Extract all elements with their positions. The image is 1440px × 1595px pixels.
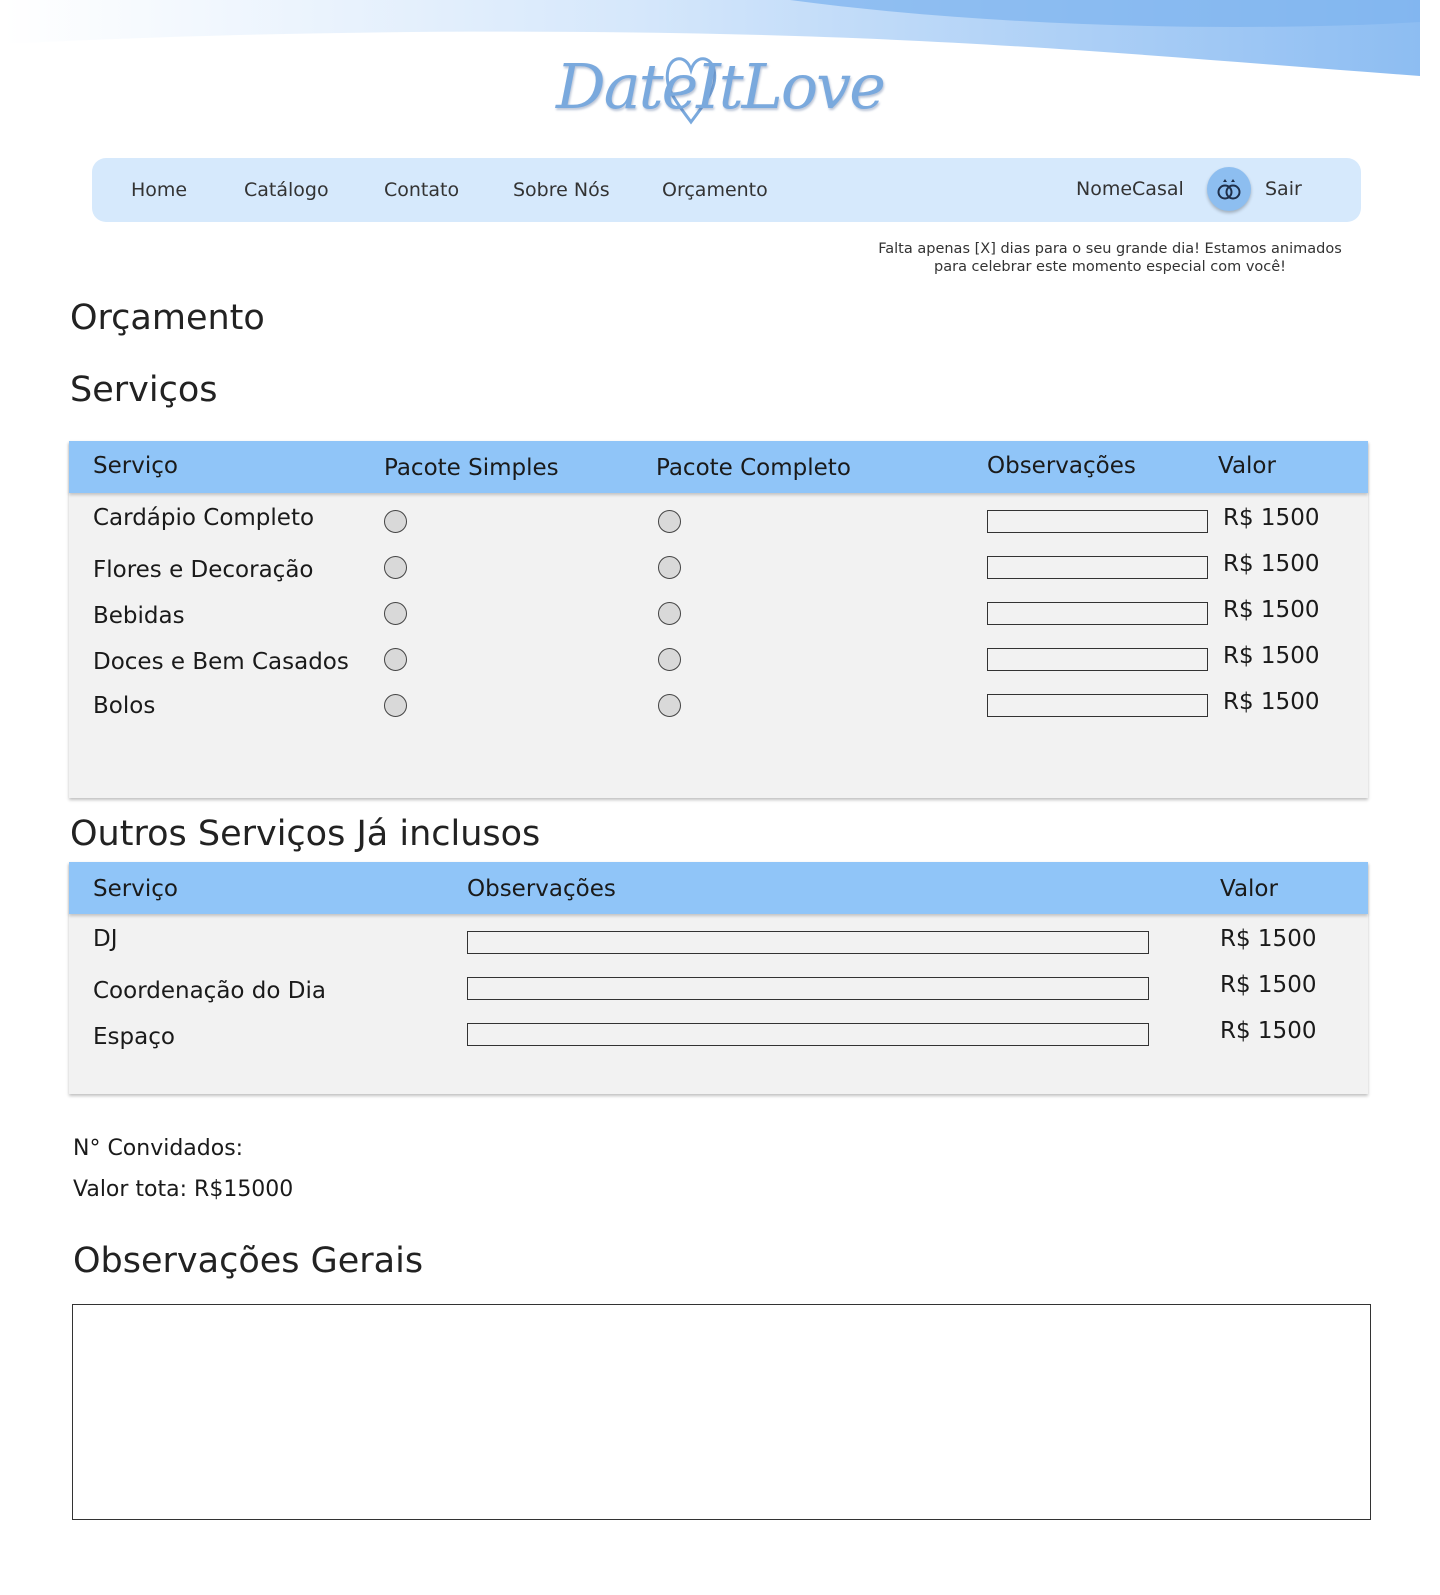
radio-simple[interactable] [384, 648, 407, 671]
services-table-header: Serviço Pacote Simples Pacote Completo O… [69, 441, 1368, 493]
brand-logo[interactable]: DateItLove [556, 42, 886, 142]
nav-contato[interactable]: Contato [384, 179, 459, 201]
service-value: R$ 1500 [1220, 972, 1317, 998]
nav-home[interactable]: Home [131, 179, 187, 201]
user-name[interactable]: NomeCasal [1076, 178, 1184, 200]
radio-complete[interactable] [658, 556, 681, 579]
page-title: Orçamento [70, 298, 265, 338]
guests-count-label: N° Convidados: [73, 1136, 244, 1161]
notes-input[interactable] [467, 977, 1149, 1000]
service-value: R$ 1500 [1223, 689, 1320, 715]
service-name: Flores e Decoração [93, 557, 314, 583]
nav-orcamento[interactable]: Orçamento [662, 179, 768, 201]
radio-complete[interactable] [658, 694, 681, 717]
logo-text: DateItLove [556, 50, 886, 123]
notes-input[interactable] [987, 510, 1208, 533]
countdown-line-1: Falta apenas [X] dias para o seu grande … [878, 241, 1342, 257]
notes-input[interactable] [987, 694, 1208, 717]
service-name: Espaço [93, 1024, 175, 1050]
service-value: R$ 1500 [1223, 551, 1320, 577]
other-services-table: Serviço Observações Valor DJ R$ 1500 Coo… [69, 862, 1368, 1094]
radio-simple[interactable] [384, 556, 407, 579]
radio-complete[interactable] [658, 602, 681, 625]
header-complete-package: Pacote Completo [656, 455, 851, 481]
service-value: R$ 1500 [1223, 505, 1320, 531]
service-name: Bolos [93, 693, 156, 719]
avatar[interactable] [1207, 167, 1251, 211]
logout-link[interactable]: Sair [1265, 178, 1302, 200]
radio-complete[interactable] [658, 510, 681, 533]
radio-simple[interactable] [384, 602, 407, 625]
notes-input[interactable] [987, 648, 1208, 671]
service-value: R$ 1500 [1223, 643, 1320, 669]
rings-icon [1217, 179, 1241, 200]
service-name: Bebidas [93, 603, 185, 629]
service-value: R$ 1500 [1220, 926, 1317, 952]
notes-input[interactable] [987, 602, 1208, 625]
header-notes: Observações [467, 876, 616, 902]
header-notes: Observações [987, 453, 1136, 479]
service-name: Cardápio Completo [93, 505, 315, 531]
service-value: R$ 1500 [1220, 1018, 1317, 1044]
radio-simple[interactable] [384, 510, 407, 533]
notes-input[interactable] [467, 931, 1149, 954]
notes-input[interactable] [467, 1023, 1149, 1046]
wedding-countdown: Falta apenas [X] dias para o seu grande … [870, 240, 1350, 276]
general-notes-title: Observações Gerais [73, 1241, 424, 1281]
header-simple-package: Pacote Simples [384, 455, 559, 481]
radio-simple[interactable] [384, 694, 407, 717]
header-service: Serviço [93, 876, 178, 902]
service-name: Coordenação do Dia [93, 978, 326, 1004]
header-service: Serviço [93, 453, 178, 479]
header-value: Valor [1220, 876, 1278, 902]
service-name: Doces e Bem Casados [93, 649, 349, 675]
services-table: Serviço Pacote Simples Pacote Completo O… [69, 441, 1368, 798]
notes-input[interactable] [987, 556, 1208, 579]
other-services-title: Outros Serviços Já inclusos [70, 814, 541, 854]
header-value: Valor [1218, 453, 1276, 479]
total-value: Valor tota: R$15000 [73, 1177, 294, 1202]
top-navbar: Home Catálogo Contato Sobre Nós Orçament… [92, 158, 1361, 222]
nav-sobre-nos[interactable]: Sobre Nós [513, 179, 610, 201]
other-services-table-header: Serviço Observações Valor [69, 862, 1368, 914]
services-title: Serviços [70, 370, 218, 410]
service-value: R$ 1500 [1223, 597, 1320, 623]
general-notes-textarea[interactable] [72, 1304, 1371, 1520]
nav-catalogo[interactable]: Catálogo [244, 179, 329, 201]
countdown-line-2: para celebrar este momento especial com … [934, 259, 1286, 275]
service-name: DJ [93, 926, 118, 952]
radio-complete[interactable] [658, 648, 681, 671]
